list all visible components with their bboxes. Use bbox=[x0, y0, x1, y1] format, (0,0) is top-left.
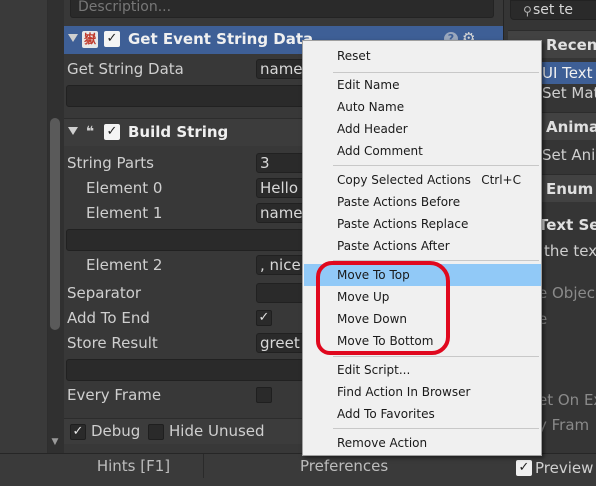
element-1-extra-field[interactable] bbox=[66, 229, 316, 251]
hide-unused-checkbox[interactable] bbox=[148, 424, 164, 440]
action-item-set-mat[interactable]: Set Mat bbox=[542, 84, 596, 102]
preview-checkbox[interactable]: ✓ bbox=[516, 460, 532, 476]
action-item-every-frame[interactable]: y Fram bbox=[538, 416, 589, 434]
collapse-triangle-icon[interactable] bbox=[68, 34, 78, 42]
menu-item-copy-selected-actions[interactable]: Copy Selected Actions Ctrl+C bbox=[304, 169, 541, 191]
menu-item-remove-action[interactable]: Remove Action bbox=[304, 432, 541, 454]
menu-separator bbox=[333, 72, 539, 73]
menu-item-add-header[interactable]: Add Header bbox=[304, 118, 541, 140]
category-label: Recent bbox=[546, 36, 596, 54]
action-type-icon: 嶽 bbox=[82, 31, 98, 48]
category-label: Anima bbox=[546, 118, 596, 136]
menu-item-paste-actions-before[interactable]: Paste Actions Before bbox=[304, 191, 541, 213]
copy-shortcut: Ctrl+C bbox=[481, 173, 521, 187]
scrollbar-thumb[interactable] bbox=[50, 118, 60, 330]
category-label: Enum bbox=[546, 180, 594, 198]
element-0-label: Element 0 bbox=[86, 179, 163, 197]
left-gutter bbox=[0, 0, 48, 453]
action-item-set-on[interactable]: et On Ex bbox=[538, 391, 596, 409]
menu-separator bbox=[333, 356, 539, 357]
action-item-text-set[interactable]: Text Set bbox=[538, 216, 596, 234]
action-item-set-anim[interactable]: Set Anim bbox=[542, 146, 596, 164]
debug-label: Debug bbox=[91, 422, 141, 440]
every-frame-checkbox[interactable] bbox=[256, 387, 272, 403]
action-title: Get Event String Data bbox=[128, 30, 314, 48]
hide-unused-label: Hide Unused bbox=[169, 422, 265, 440]
preferences-button[interactable]: Preferences bbox=[300, 457, 388, 475]
collapse-triangle-icon[interactable] bbox=[68, 127, 78, 135]
menu-separator bbox=[333, 165, 539, 166]
scroll-down-arrow-icon[interactable]: ▼ bbox=[50, 436, 60, 448]
menu-item-paste-actions-replace[interactable]: Paste Actions Replace bbox=[304, 213, 541, 235]
menu-separator bbox=[333, 428, 539, 429]
footer-bar: Hints [F1] Preferences bbox=[0, 453, 596, 486]
action-item-object[interactable]: e Objec bbox=[538, 284, 595, 302]
action-enabled-checkbox[interactable]: ✓ bbox=[104, 31, 120, 47]
search-value: set te bbox=[533, 2, 573, 18]
menu-item-move-to-top[interactable]: Move To Top bbox=[304, 264, 541, 286]
action-title: Build String bbox=[128, 123, 229, 141]
action-item-the-text[interactable]: the tex bbox=[544, 242, 596, 260]
menu-item-auto-name[interactable]: Auto Name bbox=[304, 96, 541, 118]
menu-item-paste-actions-after[interactable]: Paste Actions After bbox=[304, 235, 541, 257]
element-2-label: Element 2 bbox=[86, 256, 163, 274]
menu-item-move-to-bottom[interactable]: Move To Bottom bbox=[304, 330, 541, 352]
get-string-data-label: Get String Data bbox=[67, 60, 184, 78]
debug-checkbox[interactable]: ✓ bbox=[70, 424, 86, 440]
string-parts-label: String Parts bbox=[67, 154, 154, 172]
every-frame-label: Every Frame bbox=[67, 386, 162, 404]
action-enabled-checkbox[interactable]: ✓ bbox=[104, 124, 120, 140]
quote-icon: ❝ bbox=[85, 124, 95, 140]
menu-separator bbox=[333, 260, 539, 261]
element-1-label: Element 1 bbox=[86, 204, 163, 222]
separator-label: Separator bbox=[67, 284, 142, 302]
action-context-menu: Reset Edit Name Auto Name Add Header Add… bbox=[302, 40, 542, 456]
action-search-input[interactable]: ⚲ set te bbox=[510, 0, 596, 20]
menu-item-reset[interactable]: Reset bbox=[304, 45, 541, 67]
preview-toggle[interactable]: ✓ Preview bbox=[508, 458, 596, 480]
add-to-end-checkbox[interactable]: ✓ bbox=[256, 310, 272, 326]
description-input[interactable]: Description... bbox=[70, 0, 494, 18]
get-string-data-extra-field[interactable] bbox=[66, 85, 316, 107]
store-result-label: Store Result bbox=[67, 334, 158, 352]
menu-item-edit-script[interactable]: Edit Script... bbox=[304, 359, 541, 381]
menu-item-add-comment[interactable]: Add Comment bbox=[304, 140, 541, 162]
hints-button[interactable]: Hints [F1] bbox=[64, 454, 204, 478]
menu-item-add-to-favorites[interactable]: Add To Favorites bbox=[304, 403, 541, 425]
store-result-extra-field[interactable] bbox=[66, 359, 316, 381]
add-to-end-label: Add To End bbox=[67, 309, 150, 327]
preview-label: Preview bbox=[535, 459, 594, 477]
search-icon: ⚲ bbox=[523, 4, 532, 18]
menu-item-move-down[interactable]: Move Down bbox=[304, 308, 541, 330]
menu-item-move-up[interactable]: Move Up bbox=[304, 286, 541, 308]
menu-item-find-action-in-browser[interactable]: Find Action In Browser bbox=[304, 381, 541, 403]
menu-item-edit-name[interactable]: Edit Name bbox=[304, 74, 541, 96]
